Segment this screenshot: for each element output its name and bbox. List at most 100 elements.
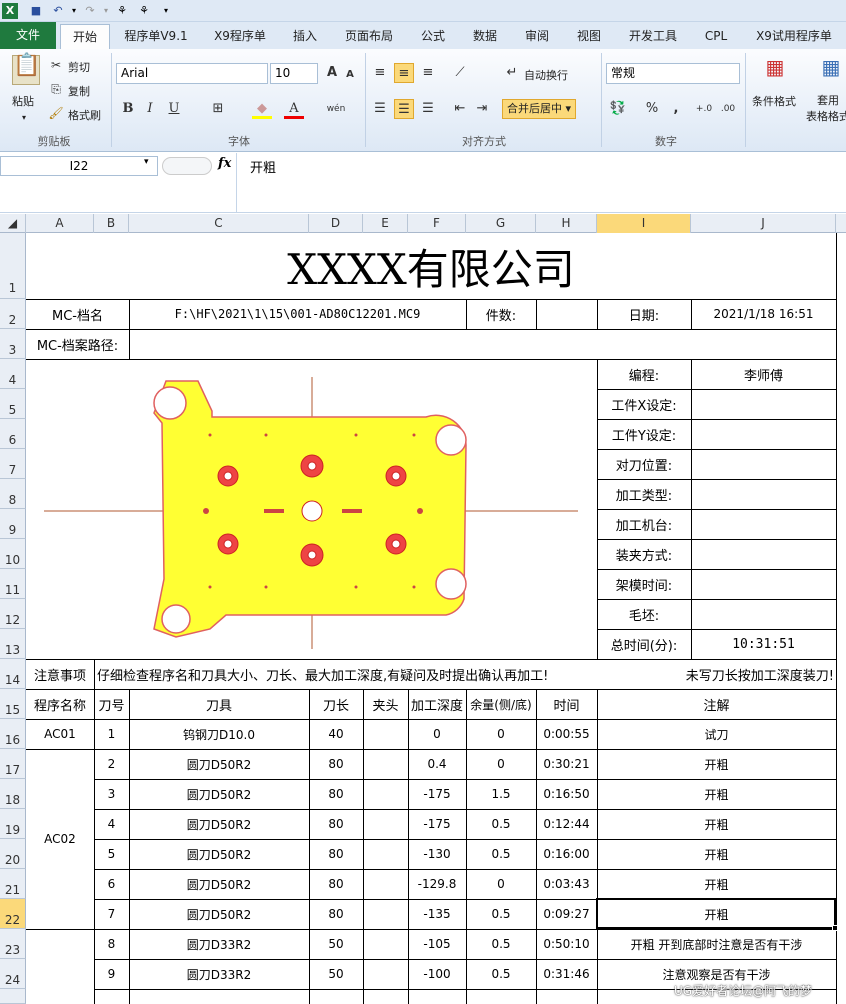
table-format-icon[interactable]: ▦ xyxy=(818,57,844,85)
tab-page-layout[interactable]: 页面布局 xyxy=(336,24,402,49)
row-header[interactable]: 8 xyxy=(0,479,26,509)
select-all-corner[interactable]: ◢ xyxy=(0,214,26,233)
row-header[interactable]: 20 xyxy=(0,839,26,869)
align-bottom-icon[interactable]: ≡ xyxy=(418,63,438,83)
merge-center-button[interactable]: 合并后居中 ▾ xyxy=(502,99,577,119)
copy-button[interactable]: 复制 xyxy=(68,83,90,99)
row-header[interactable]: 1 xyxy=(0,233,26,299)
tab-cpl[interactable]: CPL xyxy=(696,24,736,49)
row-header[interactable]: 17 xyxy=(0,749,26,779)
comma-button[interactable]: , xyxy=(666,99,686,119)
font-size-select[interactable]: 10 xyxy=(270,63,318,84)
tab-formulas[interactable]: 公式 xyxy=(412,24,454,49)
row-header[interactable]: 7 xyxy=(0,449,26,479)
row-header[interactable]: 21 xyxy=(0,869,26,899)
formula-bar-resize-handle[interactable] xyxy=(162,157,212,175)
row-header[interactable]: 15 xyxy=(0,689,26,719)
redo-dropdown-icon[interactable]: ▾ xyxy=(98,3,114,19)
row-header[interactable]: 18 xyxy=(0,779,26,809)
align-top-icon[interactable]: ≡ xyxy=(370,63,390,83)
format-painter-button[interactable]: 格式刷 xyxy=(68,107,101,123)
tab-review[interactable]: 审阅 xyxy=(516,24,558,49)
name-box-dropdown-icon[interactable]: ▾ xyxy=(144,157,149,167)
font-color-icon[interactable]: A xyxy=(284,99,304,119)
tab-data[interactable]: 数据 xyxy=(464,24,506,49)
row-header-selected[interactable]: 22 xyxy=(0,899,26,929)
row-header[interactable]: 12 xyxy=(0,599,26,629)
decrease-font-icon[interactable]: A xyxy=(340,65,360,85)
percent-button[interactable]: % xyxy=(642,99,662,119)
customize-qat-icon[interactable]: ▾ xyxy=(158,3,174,19)
tab-developer[interactable]: 开发工具 xyxy=(620,24,686,49)
name-box[interactable]: I22 xyxy=(0,156,158,176)
conditional-format-icon[interactable]: ▦ xyxy=(762,57,788,85)
orientation-icon[interactable]: ⟋ xyxy=(450,63,470,83)
undo-dropdown-icon[interactable]: ▾ xyxy=(66,3,82,19)
wrap-text-button[interactable]: 自动换行 xyxy=(524,67,568,83)
row-header[interactable]: 24 xyxy=(0,959,26,989)
scissors-icon[interactable]: ✂ xyxy=(48,57,64,73)
copy-icon[interactable]: ⎘ xyxy=(48,81,64,97)
tab-view[interactable]: 视图 xyxy=(568,24,610,49)
col-header-f[interactable]: F xyxy=(408,214,466,233)
tab-program-sheet-v91[interactable]: 程序单V9.1 xyxy=(116,24,196,49)
decrease-decimal-icon[interactable]: .00 xyxy=(718,99,738,119)
wrap-text-icon[interactable]: ↵ xyxy=(502,63,522,83)
row-header[interactable]: 13 xyxy=(0,629,26,659)
selected-cell-outline[interactable] xyxy=(596,898,836,929)
save-icon[interactable]: ■ xyxy=(28,3,44,19)
paste-icon[interactable]: 📋 xyxy=(12,55,40,85)
fx-icon[interactable]: fx xyxy=(218,156,231,171)
format-painter-icon[interactable]: 🖌 xyxy=(48,105,64,121)
col-header-e[interactable]: E xyxy=(363,214,408,233)
fill-handle[interactable] xyxy=(832,925,838,931)
align-right-icon[interactable]: ☰ xyxy=(418,99,438,119)
org-chart-2-icon[interactable]: ⚘ xyxy=(136,3,152,19)
align-middle-icon[interactable]: ≡ xyxy=(394,63,414,83)
row-header[interactable]: 2 xyxy=(0,299,26,329)
col-header-c[interactable]: C xyxy=(129,214,309,233)
align-center-icon[interactable]: ☰ xyxy=(394,99,414,119)
increase-decimal-icon[interactable]: +.0 xyxy=(694,99,714,119)
col-header-h[interactable]: H xyxy=(536,214,597,233)
row-header[interactable]: 23 xyxy=(0,929,26,959)
col-header-d[interactable]: D xyxy=(309,214,363,233)
row-header[interactable]: 6 xyxy=(0,419,26,449)
underline-button[interactable]: U xyxy=(164,99,184,119)
col-header-i[interactable]: I xyxy=(597,214,691,233)
formula-input[interactable]: 开粗 xyxy=(250,157,276,176)
increase-font-icon[interactable]: A xyxy=(322,63,342,83)
tab-x9-trial[interactable]: X9试用程序单 xyxy=(746,24,842,49)
row-header[interactable]: 9 xyxy=(0,509,26,539)
number-format-select[interactable]: 常规 xyxy=(606,63,740,84)
font-name-select[interactable]: Arial xyxy=(116,63,268,84)
col-header-j[interactable]: J xyxy=(691,214,836,233)
row-header[interactable]: 14 xyxy=(0,659,26,689)
tab-file[interactable]: 文件 xyxy=(0,22,56,49)
increase-indent-icon[interactable]: ⇥ xyxy=(472,99,492,119)
conditional-format-button[interactable]: 条件格式 xyxy=(752,93,796,109)
tab-x9-program[interactable]: X9程序单 xyxy=(204,24,276,49)
italic-button[interactable]: I xyxy=(140,99,160,119)
col-header-b[interactable]: B xyxy=(94,214,129,233)
cut-button[interactable]: 剪切 xyxy=(68,59,90,75)
org-chart-icon[interactable]: ⚘ xyxy=(114,3,130,19)
align-left-icon[interactable]: ☰ xyxy=(370,99,390,119)
phonetic-icon[interactable]: wén xyxy=(326,99,346,119)
borders-icon[interactable]: ⊞ xyxy=(208,99,228,119)
paste-dropdown-icon[interactable]: ▾ xyxy=(22,113,26,122)
undo-icon[interactable]: ↶ xyxy=(50,3,66,19)
row-header[interactable]: 5 xyxy=(0,389,26,419)
col-header-g[interactable]: G xyxy=(466,214,536,233)
decrease-indent-icon[interactable]: ⇤ xyxy=(450,99,470,119)
col-header-a[interactable]: A xyxy=(26,214,94,233)
row-header[interactable]: 4 xyxy=(0,359,26,389)
bold-button[interactable]: B xyxy=(118,99,138,119)
row-header[interactable]: 10 xyxy=(0,539,26,569)
row-header[interactable] xyxy=(0,989,26,1004)
fill-color-icon[interactable]: ◆ xyxy=(252,99,272,119)
accounting-format-icon[interactable]: 💱 xyxy=(608,99,628,119)
paste-button[interactable]: 粘贴 xyxy=(12,93,34,109)
tab-insert[interactable]: 插入 xyxy=(284,24,326,49)
tab-home[interactable]: 开始 xyxy=(60,24,110,49)
